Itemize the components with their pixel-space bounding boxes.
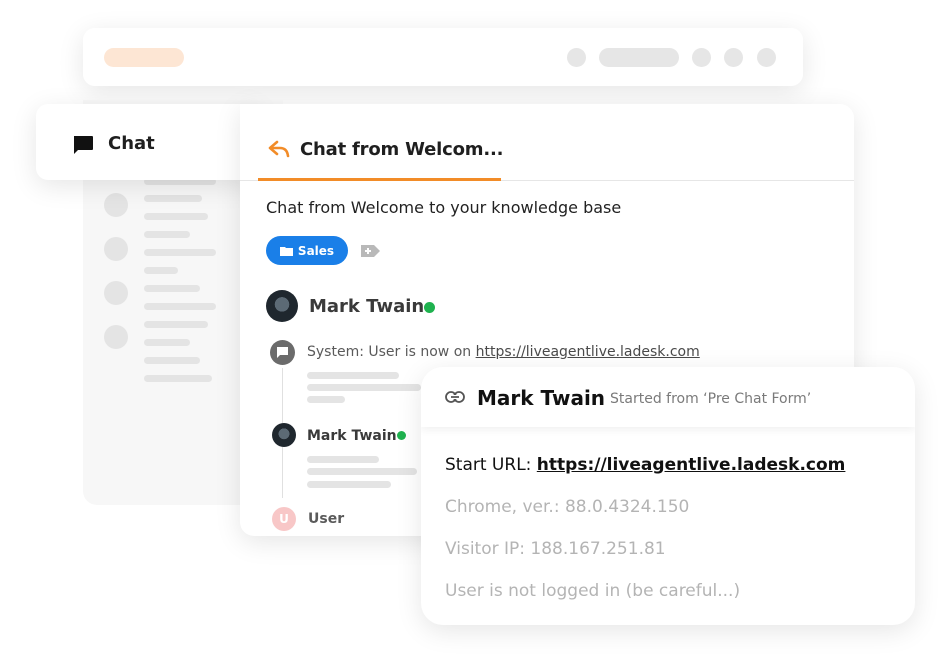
system-message-link[interactable]: https://liveagentlive.ladesk.com	[476, 344, 700, 360]
chat-tab-label: Chat	[108, 133, 155, 154]
visitor-started-from: Started from ‘Pre Chat Form’	[610, 391, 812, 407]
chat-bubble-icon	[74, 136, 93, 154]
conversation-subject: Chat from Welcome to your knowledge base	[266, 198, 622, 217]
start-url-row: Start URL: https://liveagentlive.ladesk.…	[445, 455, 846, 475]
visitor-info-header: Mark Twain Started from ‘Pre Chat Form’	[421, 367, 915, 427]
message-placeholder-line	[307, 456, 379, 463]
sales-tag[interactable]: Sales	[266, 236, 348, 265]
message-placeholder-line	[307, 396, 345, 403]
add-tag-icon[interactable]	[361, 244, 380, 258]
online-status-dot	[397, 431, 406, 440]
message-placeholder-line	[307, 468, 417, 475]
tag-label: Sales	[297, 243, 335, 258]
visitor-name: Mark Twain	[477, 386, 606, 410]
system-message: System: User is now on https://liveagent…	[307, 344, 700, 360]
message-placeholder-line	[307, 481, 391, 488]
message-placeholder-line	[307, 384, 421, 391]
login-status: User is not logged in (be careful...)	[445, 581, 741, 601]
contact-name: Mark Twain	[309, 296, 425, 317]
placeholder-pill	[104, 48, 184, 67]
user-avatar: U	[272, 507, 296, 531]
placeholder-dot	[757, 48, 776, 67]
start-url-link[interactable]: https://liveagentlive.ladesk.com	[537, 455, 846, 475]
folder-icon	[279, 246, 293, 256]
message-placeholder-line	[307, 372, 399, 379]
visitor-ip: Visitor IP: 188.167.251.81	[445, 539, 666, 559]
placeholder-dot	[724, 48, 743, 67]
online-status-dot	[424, 302, 435, 313]
conversation-tab-title[interactable]: Chat from Welcom...	[300, 139, 503, 160]
active-tab-indicator	[258, 178, 501, 181]
user-label: User	[308, 511, 345, 527]
browser-info: Chrome, ver.: 88.0.4324.150	[445, 497, 690, 517]
top-skeleton-bar	[83, 28, 803, 86]
message-author: Mark Twain	[307, 428, 397, 444]
placeholder-dot	[692, 48, 711, 67]
placeholder-pill	[599, 48, 679, 67]
visitor-info-card: Mark Twain Started from ‘Pre Chat Form’ …	[421, 367, 915, 625]
avatar	[272, 423, 296, 447]
placeholder-dot	[567, 48, 586, 67]
system-message-icon	[270, 340, 295, 365]
avatar	[266, 290, 298, 322]
link-icon	[445, 391, 465, 403]
reply-arrow-icon	[268, 140, 290, 158]
